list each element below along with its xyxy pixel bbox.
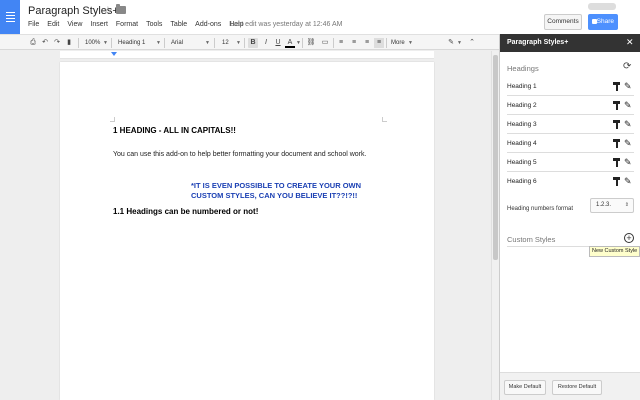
paint-roller-icon[interactable] — [613, 120, 620, 129]
heading-1-paragraph[interactable]: 1 HEADING - ALL IN CAPITALS!! — [113, 126, 236, 135]
comments-button[interactable]: Comments — [544, 14, 582, 30]
zoom-select[interactable]: 100% — [85, 37, 100, 49]
paint-format-icon[interactable]: ▮ — [64, 38, 74, 48]
heading-row-4: Heading 4 ✎ — [507, 134, 634, 153]
chevron-down-icon: ▼ — [156, 40, 161, 46]
document-page[interactable]: 1 HEADING - ALL IN CAPITALS!! You can us… — [60, 62, 434, 400]
heading-label: Heading 2 — [507, 102, 537, 109]
size-select[interactable]: 12 — [222, 37, 229, 49]
menu-file[interactable]: File — [28, 21, 39, 28]
account-name[interactable] — [588, 3, 616, 10]
chevron-down-icon: ▼ — [236, 40, 241, 46]
restore-default-button[interactable]: Restore Default — [552, 380, 602, 395]
margin-corner — [382, 117, 387, 122]
style-select[interactable]: Heading 1 — [118, 37, 145, 49]
menu-view[interactable]: View — [67, 21, 82, 28]
chevron-down-icon: ▼ — [457, 40, 462, 46]
pencil-icon[interactable]: ✎ — [624, 138, 632, 149]
share-label: Share — [596, 18, 614, 25]
chevron-down-icon: ▼ — [408, 40, 413, 46]
link-icon[interactable]: ⛓ — [306, 38, 316, 48]
chevron-down-icon: ▼ — [103, 40, 108, 46]
heading-row-2: Heading 2 ✎ — [507, 96, 634, 115]
menu-table[interactable]: Table — [170, 21, 187, 28]
menu-addons[interactable]: Add-ons — [195, 21, 221, 28]
underline-icon[interactable]: U — [273, 38, 283, 48]
heading-numbers-select[interactable]: 1.2.3. ⇕ — [590, 198, 634, 213]
collapse-icon[interactable]: ⌃ — [467, 38, 477, 48]
font-select[interactable]: Arial — [171, 37, 183, 49]
align-left-icon[interactable]: ≡ — [336, 38, 346, 48]
headings-section-label: Headings — [507, 64, 539, 73]
ruler[interactable] — [60, 51, 434, 59]
body-paragraph[interactable]: You can use this add-on to help better f… — [113, 151, 366, 158]
close-icon[interactable]: ✕ — [626, 37, 634, 48]
bold-icon[interactable]: B — [248, 38, 258, 48]
heading-label: Heading 3 — [507, 121, 537, 128]
heading-numbers-value: 1.2.3. — [596, 202, 612, 208]
heading-label: Heading 5 — [507, 159, 537, 166]
docs-logo-icon[interactable] — [0, 0, 20, 34]
paint-roller-icon[interactable] — [613, 101, 620, 110]
folder-icon[interactable] — [116, 4, 126, 14]
paint-roller-icon[interactable] — [613, 177, 620, 186]
heading-row-6: Heading 6 ✎ — [507, 172, 634, 191]
menu-format[interactable]: Format — [116, 21, 138, 28]
chevron-down-icon: ▼ — [296, 40, 301, 46]
make-default-button[interactable]: Make Default — [504, 380, 546, 395]
text-color-icon[interactable]: A — [285, 38, 295, 48]
custom-styles-section-label: Custom Styles — [507, 235, 556, 244]
paint-roller-icon[interactable] — [613, 82, 620, 91]
redo-icon[interactable]: ↷ — [52, 38, 62, 48]
align-right-icon[interactable]: ≡ — [362, 38, 372, 48]
heading-row-5: Heading 5 ✎ — [507, 153, 634, 172]
comment-icon[interactable]: ▭ — [320, 38, 330, 48]
heading-row-3: Heading 3 ✎ — [507, 115, 634, 134]
chevron-down-icon: ▼ — [205, 40, 210, 46]
more-button[interactable]: More — [391, 37, 405, 49]
heading-label: Heading 1 — [507, 83, 537, 90]
sidebar-footer: Make Default Restore Default — [500, 372, 640, 400]
lock-icon — [592, 19, 597, 24]
last-edit-status[interactable]: Last edit was yesterday at 12:46 AM — [230, 21, 342, 28]
menu-insert[interactable]: Insert — [90, 21, 108, 28]
tooltip: New Custom Style — [589, 246, 640, 257]
add-custom-style-icon[interactable]: + — [624, 233, 634, 243]
share-button[interactable]: Share — [588, 14, 618, 30]
paint-roller-icon[interactable] — [613, 158, 620, 167]
document-scrollbar[interactable] — [491, 51, 499, 400]
pencil-icon[interactable]: ✎ — [624, 100, 632, 111]
scrollbar-thumb[interactable] — [493, 55, 498, 260]
refresh-icon[interactable]: ⟳ — [623, 61, 631, 72]
pencil-icon[interactable]: ✎ — [624, 81, 632, 92]
italic-icon[interactable]: I — [261, 38, 271, 48]
heading-label: Heading 4 — [507, 140, 537, 147]
heading-label: Heading 6 — [507, 178, 537, 185]
add-on-sidebar: Paragraph Styles+ ✕ Headings ⟳ Heading 1… — [499, 34, 640, 400]
undo-icon[interactable]: ↶ — [40, 38, 50, 48]
paint-roller-icon[interactable] — [613, 139, 620, 148]
justify-icon[interactable]: ≡ — [374, 38, 384, 48]
align-center-icon[interactable]: ≡ — [349, 38, 359, 48]
menu-tools[interactable]: Tools — [146, 21, 162, 28]
menu-edit[interactable]: Edit — [47, 21, 59, 28]
margin-corner — [110, 117, 115, 122]
pencil-icon[interactable]: ✎ — [624, 119, 632, 130]
heading-row-1: Heading 1 ✎ — [507, 77, 634, 96]
pencil-icon[interactable]: ✎ — [624, 176, 632, 187]
heading-2-paragraph[interactable]: 1.1 Headings can be numbered or not! — [113, 207, 258, 216]
indent-marker-icon[interactable] — [111, 52, 117, 56]
app-header: Paragraph Styles+ ☆ File Edit View Inser… — [0, 0, 640, 34]
chevron-updown-icon: ⇕ — [624, 202, 629, 208]
star-icon[interactable]: ☆ — [103, 4, 113, 17]
print-icon[interactable]: ⎙ — [28, 38, 38, 48]
menu-bar: File Edit View Insert Format Tools Table… — [28, 21, 252, 28]
custom-style-paragraph[interactable]: *IT IS EVEN POSSIBLE TO CREATE YOUR OWN … — [191, 181, 381, 201]
pencil-icon[interactable]: ✎ — [624, 157, 632, 168]
sidebar-title: Paragraph Styles+ — [507, 39, 569, 46]
toolbar: ⎙ ↶ ↷ ▮ 100% ▼ Heading 1 ▼ Arial ▼ 12 ▼ … — [0, 34, 499, 50]
pen-icon[interactable]: ✎ — [446, 38, 456, 48]
sidebar-header: Paragraph Styles+ ✕ — [500, 34, 640, 52]
heading-numbers-label: Heading numbers format — [507, 206, 574, 212]
